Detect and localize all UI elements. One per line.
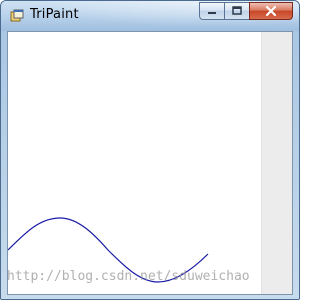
close-button[interactable] xyxy=(249,2,293,20)
minimize-icon xyxy=(208,12,216,14)
caption-buttons xyxy=(199,2,293,20)
app-window: TriPaint http://blog.csdn.net/sduweichao xyxy=(0,0,300,300)
title-bar[interactable]: TriPaint xyxy=(1,1,299,31)
paint-client-area[interactable] xyxy=(7,31,293,295)
app-window-icon[interactable] xyxy=(10,9,24,23)
close-icon xyxy=(265,5,277,17)
drawing-canvas[interactable] xyxy=(8,32,264,295)
maximize-button[interactable] xyxy=(224,2,250,20)
minimize-button[interactable] xyxy=(199,2,225,20)
watermark-text: http://blog.csdn.net/sduweichao xyxy=(7,269,250,284)
right-panel xyxy=(261,32,292,294)
window-title: TriPaint xyxy=(30,7,79,22)
maximize-icon xyxy=(232,6,242,15)
